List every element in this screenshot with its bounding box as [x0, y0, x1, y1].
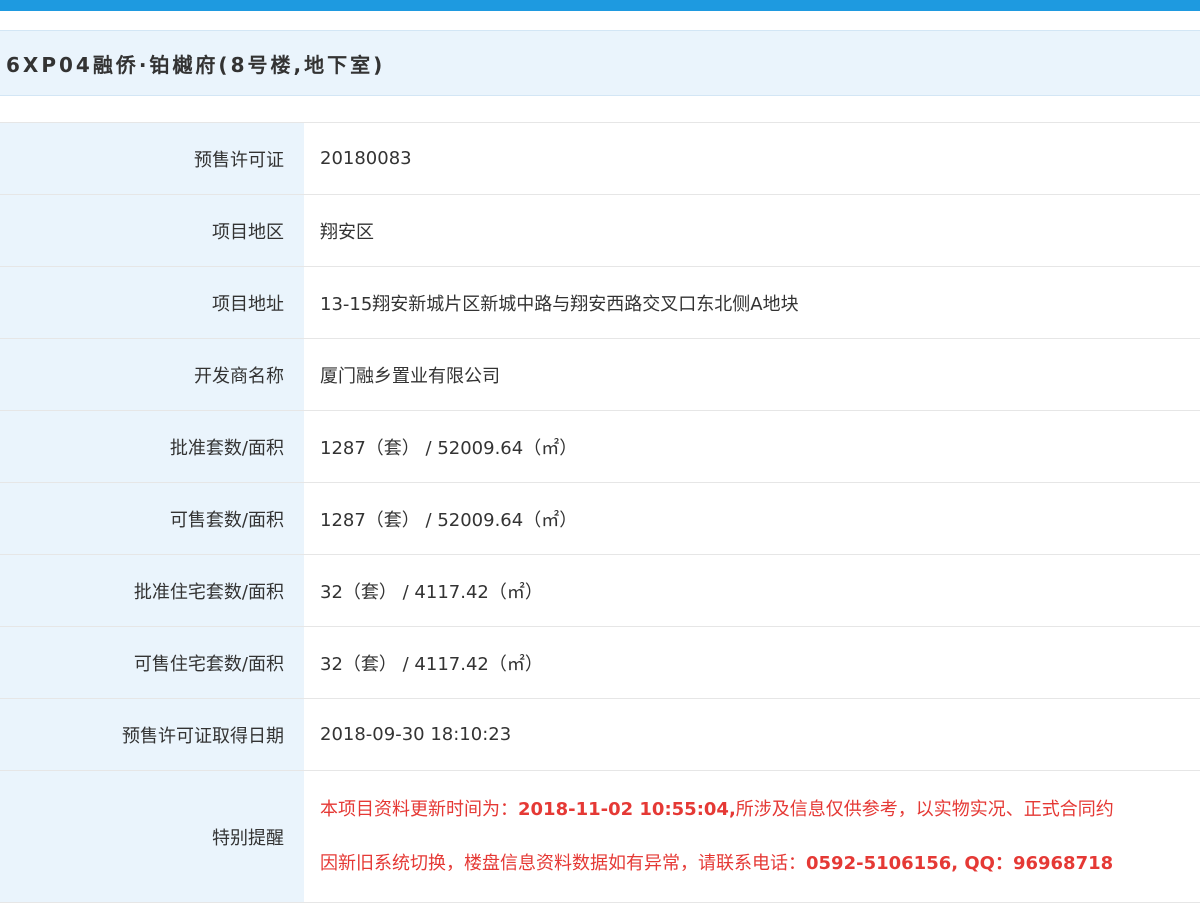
row-value: 13-15翔安新城片区新城中路与翔安西路交叉口东北侧A地块	[304, 266, 1200, 339]
row-label: 项目地区	[0, 194, 304, 267]
row-label: 项目地址	[0, 266, 304, 339]
row-value: 厦门融乡置业有限公司	[304, 338, 1200, 411]
table-row: 开发商名称 厦门融乡置业有限公司	[0, 338, 1200, 411]
table-row: 项目地址 13-15翔安新城片区新城中路与翔安西路交叉口东北侧A地块	[0, 266, 1200, 339]
notice-value: 本项目资料更新时间为：2018-11-02 10:55:04,所涉及信息仅供参考…	[304, 770, 1200, 903]
row-label: 开发商名称	[0, 338, 304, 411]
row-label: 可售住宅套数/面积	[0, 626, 304, 699]
row-value: 翔安区	[304, 194, 1200, 267]
row-label: 批准套数/面积	[0, 410, 304, 483]
notice-update-suffix: 所涉及信息仅供参考，以实物实况、正式合同约	[735, 798, 1114, 820]
row-label: 预售许可证取得日期	[0, 698, 304, 771]
table-row: 预售许可证取得日期 2018-09-30 18:10:23	[0, 698, 1200, 771]
row-value: 1287（套） / 52009.64（㎡）	[304, 410, 1200, 483]
row-label: 预售许可证	[0, 122, 304, 195]
table-row: 预售许可证 20180083	[0, 122, 1200, 195]
notice-update-prefix: 本项目资料更新时间为：	[320, 798, 518, 820]
notice-contact-phone: 0592-5106156, QQ：	[806, 852, 1013, 874]
row-value: 2018-09-30 18:10:23	[304, 698, 1200, 771]
page-title: 6XP04融侨·铂樾府(8号楼,地下室)	[6, 53, 386, 77]
top-accent-bar	[0, 0, 1200, 11]
notice-row: 特别提醒 本项目资料更新时间为：2018-11-02 10:55:04,所涉及信…	[0, 770, 1200, 903]
row-label: 批准住宅套数/面积	[0, 554, 304, 627]
row-value: 20180083	[304, 122, 1200, 195]
row-label: 可售套数/面积	[0, 482, 304, 555]
notice-update-time: 2018-11-02 10:55:04,	[518, 798, 736, 820]
notice-contact-prefix: 因新旧系统切换，楼盘信息资料数据如有异常，请联系电话：	[320, 852, 806, 874]
notice-contact-qq: 96968718	[1012, 852, 1114, 874]
table-row: 批准住宅套数/面积 32（套） / 4117.42（㎡）	[0, 554, 1200, 627]
table-row: 可售住宅套数/面积 32（套） / 4117.42（㎡）	[0, 626, 1200, 699]
row-value: 1287（套） / 52009.64（㎡）	[304, 482, 1200, 555]
table-row: 项目地区 翔安区	[0, 194, 1200, 267]
notice-label: 特别提醒	[0, 770, 304, 903]
info-table: 预售许可证 20180083 项目地区 翔安区 项目地址 13-15翔安新城片区…	[0, 122, 1200, 903]
notice-line-update: 本项目资料更新时间为：2018-11-02 10:55:04,所涉及信息仅供参考…	[320, 798, 1199, 822]
notice-line-contact: 因新旧系统切换，楼盘信息资料数据如有异常，请联系电话：0592-5106156,…	[320, 852, 1199, 876]
title-bar: 6XP04融侨·铂樾府(8号楼,地下室)	[0, 30, 1200, 96]
table-row: 可售套数/面积 1287（套） / 52009.64（㎡）	[0, 482, 1200, 555]
table-row: 批准套数/面积 1287（套） / 52009.64（㎡）	[0, 410, 1200, 483]
row-value: 32（套） / 4117.42（㎡）	[304, 554, 1200, 627]
row-value: 32（套） / 4117.42（㎡）	[304, 626, 1200, 699]
